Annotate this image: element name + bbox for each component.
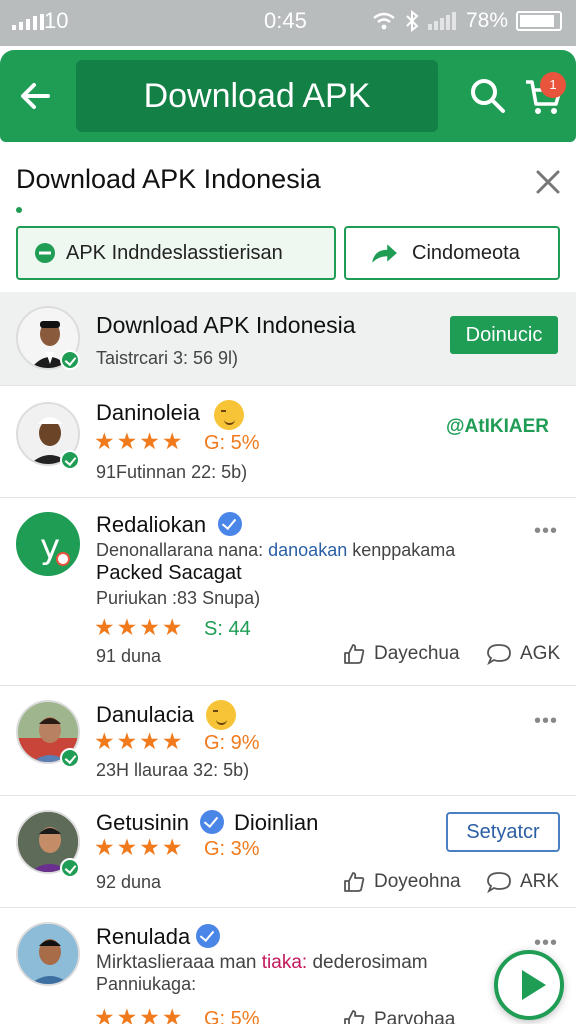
thumbs-up-icon [344,644,365,664]
verified-badge-icon [196,924,220,948]
list-item[interactable]: Renulada ••• Mirktaslieraaa man tiaka: d… [0,908,576,1024]
clock: 0:45 [264,8,307,33]
description-link[interactable]: danoakan [268,540,347,560]
share-arrow-icon [372,244,397,263]
search-icon[interactable] [466,74,510,118]
more-options-icon[interactable]: ••• [534,520,558,543]
featured-item[interactable]: Download APK Indonesia Taistrcari 3: 56 … [0,292,576,386]
verified-check-icon [60,450,80,470]
app-bar: Download APK [0,50,576,142]
thumbs-up-icon [344,872,365,892]
publisher-tag[interactable]: @AtIKIAER [446,416,549,438]
post-description: Denonallarana nana: danoakan kenppakama [96,540,456,560]
status-bar: 10 0:45 78% [0,0,576,46]
post-time: 91 duna [96,646,162,666]
star-rating-icon: ★★★★ [94,1004,185,1024]
list-item[interactable]: y Redaliokan ••• Denonallarana nana: dan… [0,498,576,686]
verified-badge-icon [200,810,224,834]
rating-value: G: 3% [204,838,260,860]
filter-chip-apk[interactable]: APK Indndeslasstierisan [16,226,336,280]
download-circle-icon [35,243,55,263]
filter-chip-share[interactable]: Cindomeota [344,226,560,280]
carrier-label: 10 [44,8,69,33]
verified-check-icon [60,350,80,370]
author-name: Redaliokan [96,512,207,537]
comment-button[interactable]: AGK [486,642,560,666]
rating-value: G: 5% [204,1008,260,1024]
post-meta: Panniukaga: [96,974,197,994]
app-title: Download APK [76,60,438,132]
post-subtitle: Packed Sacagat [96,562,242,584]
featured-name: Download APK Indonesia [96,312,356,338]
rating-value: G: 5% [204,432,260,454]
indicator-dot [16,207,22,213]
cart-count-badge: 1 [540,72,566,98]
post-meta: Puriukan :83 Snupa) [96,588,261,608]
avatar: y [16,512,80,576]
verified-check-icon [60,748,80,768]
author-name: Getusinin [96,810,189,835]
star-rating-icon: ★★★★ [94,614,185,640]
star-rating-icon: ★★★★ [94,428,185,454]
description-link[interactable]: tiaka: [262,952,307,973]
download-button[interactable]: Doinucic [450,316,558,354]
signal-icon [12,14,44,30]
like-button[interactable]: Doyeohna [342,870,461,894]
list-item[interactable]: Getusinin Dioinlian ★★★★ G: 3% 92 duna S… [0,796,576,908]
comment-bubble-icon [487,644,511,666]
comment-button[interactable]: ARK [486,870,559,894]
page-title: Download APK Indonesia [16,164,321,194]
author-name: Daninoleia [96,400,200,425]
battery-icon [516,11,562,31]
close-icon[interactable] [532,166,564,198]
setup-button[interactable]: Setyatcr [446,812,560,852]
back-arrow-icon[interactable] [14,74,58,118]
wifi-icon [373,12,395,30]
filter-chip-label: APK Indndeslasstierisan [66,241,283,264]
thumbs-up-icon [344,1010,365,1024]
smirk-emoji-icon [214,400,244,430]
author-name-secondary: Dioinlian [234,810,319,835]
list-item[interactable]: Danulacia ••• ★★★★ G: 9% 23H llauraa 32:… [0,686,576,796]
signal-strength-icon [427,12,456,30]
smirk-emoji-icon [206,700,236,730]
post-meta: 23H llauraa 32: 5b) [96,760,250,780]
star-rating-icon: ★★★★ [94,728,185,754]
small-badge-icon [56,552,70,566]
featured-meta: Taistrcari 3: 56 9l) [96,348,239,368]
play-fab-button[interactable] [494,950,564,1020]
post-meta: 91Futinnan 22: 5b) [96,462,248,482]
author-name: Renulada [96,924,191,949]
verified-check-icon [60,858,80,878]
like-button[interactable]: Parvohaa [342,1008,455,1024]
verified-badge-icon [218,512,242,536]
avatar [16,922,80,986]
battery-percent: 78% [465,9,508,32]
bluetooth-icon [406,10,419,32]
more-options-icon[interactable]: ••• [534,710,558,733]
rating-value: S: 44 [204,618,251,640]
like-button[interactable]: Dayechua [342,642,460,666]
post-time: 92 duna [96,872,162,892]
post-description: Mirktaslieraaa man tiaka: dederosimam [96,952,428,973]
rating-value: G: 9% [204,732,260,754]
author-name: Danulacia [96,702,194,727]
list-item[interactable]: Daninoleia ★★★★ G: 5% 91Futinnan 22: 5b)… [0,386,576,498]
star-rating-icon: ★★★★ [94,834,185,860]
filter-chip-label: Cindomeota [412,241,520,264]
comment-bubble-icon [487,872,511,894]
